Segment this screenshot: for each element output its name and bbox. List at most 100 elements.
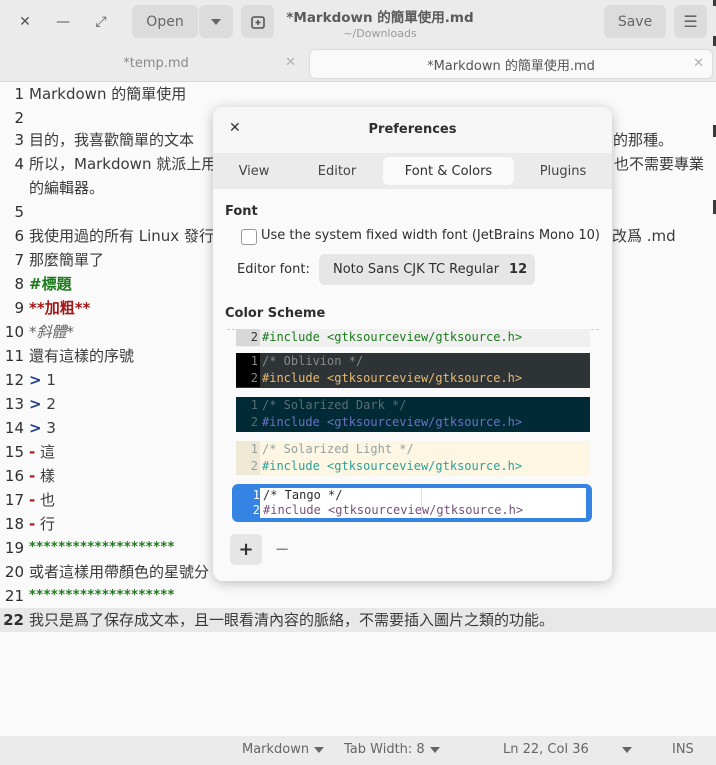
line-text-stars: ******************** (29, 540, 175, 555)
main-menu-button[interactable]: ☰ (674, 5, 707, 38)
line-number: 5 (14, 203, 24, 221)
line-number: 7 (14, 251, 24, 269)
scheme-solarized-light[interactable]: 1 /* Solarized Light */ 2 #include <gtks… (236, 441, 590, 476)
scheme-preview-line: /* Solarized Dark */ (262, 398, 407, 412)
line-text-tail: 改爲 .md (612, 227, 676, 245)
save-button[interactable]: Save (604, 5, 666, 38)
open-recent-dropdown[interactable] (199, 5, 233, 38)
line-text: 還有這樣的序號 (29, 347, 135, 365)
window-title-block: *Markdown 的簡單使用.md ~/Downloads (260, 6, 500, 40)
editor-font-name: Noto Sans CJK TC Regular (333, 262, 500, 277)
cursor-position[interactable]: Ln 22, Col 36 (503, 742, 589, 757)
position-menu-dropdown[interactable] (622, 742, 632, 757)
open-button[interactable]: Open (132, 5, 198, 38)
line-number: 19 (4, 539, 24, 557)
chevron-down-icon (622, 746, 632, 753)
line-number: 20 (4, 563, 24, 581)
scheme-preview-line: #include <gtksourceview/gtksource.h> (263, 503, 524, 517)
line-number: 4 (14, 155, 24, 173)
line-text-stars: ******************** (29, 588, 175, 603)
line-text-bold: **加粗** (29, 299, 91, 317)
line-text-tail: 的那種。 (613, 131, 674, 149)
dialog-header: ✕ Preferences (213, 107, 612, 153)
line-text-heading: #標題 (29, 275, 72, 293)
preferences-tabs: View Editor Font & Colors Plugins (213, 153, 612, 189)
editor-line: 21 ******************** (0, 584, 716, 608)
scheme-item[interactable]: 2 #include <gtksourceview/gtksource.h> (236, 329, 590, 347)
scheme-oblivion[interactable]: 1 /* Oblivion */ 2 #include <gtksourcevi… (236, 353, 590, 388)
line-text: 所以，Markdown 就派上用 (29, 155, 217, 173)
scheme-preview-line: #include <gtksourceview/gtksource.h> (262, 330, 523, 344)
tab-plugins[interactable]: Plugins (526, 157, 600, 185)
insert-mode-indicator: INS (672, 742, 694, 757)
tab-width-selector[interactable]: Tab Width: 8 (344, 742, 440, 757)
line-number: 3 (14, 131, 24, 149)
line-number: 12 (4, 371, 24, 389)
line-text: 2 (41, 395, 56, 413)
line-number: 14 (4, 419, 24, 437)
line-text: 或者這樣用帶顏色的星號分 (29, 563, 210, 581)
plus-icon: + (238, 539, 254, 560)
scheme-solarized-dark[interactable]: 1 /* Solarized Dark */ 2 #include <gtkso… (236, 397, 590, 432)
line-number: 21 (4, 587, 24, 605)
line-text-wrap: 的編輯器。 (29, 179, 105, 197)
chevron-down-icon (314, 746, 325, 753)
line-text: 行 (35, 515, 56, 533)
minimize-icon[interactable]: — (48, 7, 78, 37)
window-title: *Markdown 的簡單使用.md (286, 10, 474, 26)
scheme-tango-selected[interactable]: 1 /* Tango */ 2 #include <gtksourceview/… (232, 484, 592, 522)
scheme-preview-line: #include <gtksourceview/gtksource.h> (262, 459, 523, 473)
line-number: 2 (14, 109, 24, 127)
editor-font-label: Editor font: (237, 262, 310, 277)
add-scheme-button[interactable]: + (230, 534, 262, 565)
tab-bar: *temp.md ✕ *Markdown 的簡單使用.md ✕ (0, 44, 716, 82)
maximize-icon[interactable]: ⤢ (86, 7, 116, 37)
language-selector[interactable]: Markdown (242, 742, 325, 757)
quote-marker: > (29, 371, 42, 389)
chevron-down-icon (429, 746, 440, 753)
tab-view[interactable]: View (219, 157, 289, 185)
tab-editor[interactable]: Editor (301, 157, 373, 185)
line-text: 也 (35, 491, 56, 509)
line-text: Markdown 的簡單使用 (29, 85, 187, 103)
header-bar: ✕ — ⤢ Open *Markdown 的簡單使用.md ~/Download… (0, 0, 716, 44)
editor-font-button[interactable]: Noto Sans CJK TC Regular 12 (319, 254, 535, 285)
line-text: 我只是爲了保存成文本，且一眼看清內容的脈絡，不需要插入圖片之類的功能。 (29, 611, 555, 629)
line-number: 1 (14, 85, 24, 103)
scheme-preview-line: /* Oblivion */ (262, 354, 364, 368)
line-text: 1 (41, 371, 56, 389)
line-number: 17 (4, 491, 24, 509)
line-number: 8 (14, 275, 24, 293)
editor-current-line: 22 我只是爲了保存成文本，且一眼看清內容的脈絡，不需要插入圖片之類的功能。 (0, 608, 716, 632)
editor-font-size: 12 (509, 262, 528, 277)
line-text: 這 (35, 443, 56, 461)
system-font-checkbox[interactable] (241, 229, 257, 245)
minus-icon: − (274, 539, 290, 560)
tab-temp[interactable]: *temp.md ✕ (8, 49, 304, 77)
quote-marker: > (29, 419, 42, 437)
tab-markdown[interactable]: *Markdown 的簡單使用.md ✕ (309, 49, 713, 79)
line-number: 15 (4, 443, 24, 461)
line-number: 11 (4, 347, 24, 365)
line-text: 我使用過的所有 Linux 發行 (29, 227, 214, 245)
remove-scheme-button[interactable]: − (271, 534, 293, 565)
editor-line: 1 Markdown 的簡單使用 (0, 82, 716, 106)
close-tab-icon[interactable]: ✕ (693, 56, 704, 71)
line-text-tail: 也不需要專業 (614, 155, 705, 173)
line-number: 22 (3, 611, 24, 629)
chevron-down-icon (211, 18, 221, 25)
close-tab-icon[interactable]: ✕ (285, 55, 296, 70)
tab-font-colors[interactable]: Font & Colors (383, 157, 514, 185)
window-subtitle: ~/Downloads (343, 27, 417, 40)
dialog-title: Preferences (368, 122, 457, 137)
line-number: 16 (4, 467, 24, 485)
quote-marker: > (29, 395, 42, 413)
line-number: 9 (14, 299, 24, 317)
color-scheme-section-title: Color Scheme (225, 306, 326, 321)
line-number: 18 (4, 515, 24, 533)
hamburger-menu-icon: ☰ (683, 12, 698, 31)
scheme-preview-line: /* Tango */ (263, 488, 343, 502)
close-window-icon[interactable]: ✕ (10, 7, 40, 37)
scheme-preview-line: #include <gtksourceview/gtksource.h> (262, 415, 523, 429)
line-number: 10 (4, 323, 24, 341)
